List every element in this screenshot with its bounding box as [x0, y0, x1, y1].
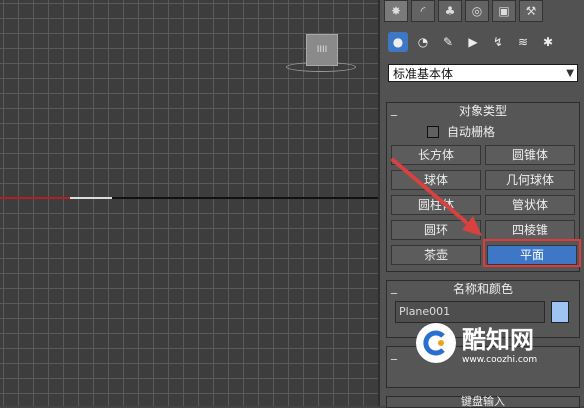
pyramid-button[interactable]: 四棱锥 — [485, 220, 575, 240]
geosphere-button[interactable]: 几何球体 — [485, 170, 575, 190]
cylinder-button[interactable]: 圆柱体 — [391, 195, 481, 215]
name-color-header[interactable]: _ 名称和颜色 — [387, 280, 579, 297]
keyboard-entry-rollout: 键盘输入 — [386, 396, 580, 408]
name-color-title: 名称和颜色 — [452, 282, 513, 296]
create-icon[interactable]: ✸ — [384, 0, 408, 22]
x-axis-white — [70, 197, 112, 199]
object-type-header[interactable]: _ 对象类型 — [387, 102, 579, 119]
motion-icon[interactable]: ◎ — [465, 0, 489, 22]
display-icon[interactable]: ▣ — [492, 0, 516, 22]
x-axis-red — [0, 197, 70, 199]
watermark-text: 酷知网 — [462, 326, 534, 354]
viewport-grid[interactable]: IIII — [0, 0, 378, 406]
dropdown-value: 标准基本体 — [393, 67, 454, 81]
modify-icon[interactable]: ◜ — [411, 0, 435, 22]
utilities-icon[interactable]: ⚒ — [519, 0, 543, 22]
autogrid-checkbox-row[interactable]: 自动栅格 — [427, 123, 495, 140]
hierarchy-icon[interactable]: ♣ — [438, 0, 462, 22]
object-type-title: 对象类型 — [458, 104, 507, 118]
plane-highlight-box — [483, 239, 581, 267]
sphere-button[interactable]: 球体 — [391, 170, 481, 190]
cone-button[interactable]: 圆锥体 — [485, 145, 575, 165]
chevron-down-icon: ▼ — [566, 68, 574, 79]
tube-button[interactable]: 管状体 — [485, 195, 575, 215]
helpers-icon[interactable]: ↯ — [488, 32, 508, 52]
torus-button[interactable]: 圆环 — [391, 220, 481, 240]
box-button[interactable]: 长方体 — [391, 145, 481, 165]
autogrid-label: 自动栅格 — [447, 125, 496, 139]
watermark-url: www.coozhi.com — [462, 355, 538, 365]
systems-icon[interactable]: ✱ — [538, 32, 558, 52]
geometry-icon[interactable]: ● — [388, 32, 408, 52]
create-category-tabs: ● ◔ ✎ ▶ ↯ ≋ ✱ — [388, 32, 558, 52]
collapse-icon: _ — [391, 102, 397, 116]
collapse-icon: _ — [391, 280, 397, 294]
keyboard-entry-title: 键盘输入 — [461, 395, 505, 408]
teapot-button[interactable]: 茶壶 — [391, 245, 481, 265]
primitive-type-dropdown[interactable]: 标准基本体 ▼ — [388, 64, 578, 82]
shapes-icon[interactable]: ◔ — [413, 32, 433, 52]
viewcube-label: IIII — [316, 45, 328, 55]
watermark-logo-icon — [416, 322, 456, 363]
spacewarps-icon[interactable]: ≋ — [513, 32, 533, 52]
watermark: 酷知网 www.coozhi.com — [416, 320, 537, 365]
x-axis-black — [112, 197, 378, 199]
viewcube[interactable]: IIII — [306, 34, 338, 66]
lights-icon[interactable]: ✎ — [438, 32, 458, 52]
autogrid-checkbox[interactable] — [427, 125, 439, 138]
object-type-rollout: _ 对象类型 自动栅格 长方体 圆锥体 球体 几何球体 圆柱体 管状体 圆环 四棱… — [386, 102, 581, 272]
command-tabs: ✸ ◜ ♣ ◎ ▣ ⚒ — [384, 0, 543, 22]
cameras-icon[interactable]: ▶ — [463, 32, 483, 52]
object-color-swatch[interactable] — [551, 301, 569, 323]
collapse-icon: _ — [391, 346, 397, 360]
